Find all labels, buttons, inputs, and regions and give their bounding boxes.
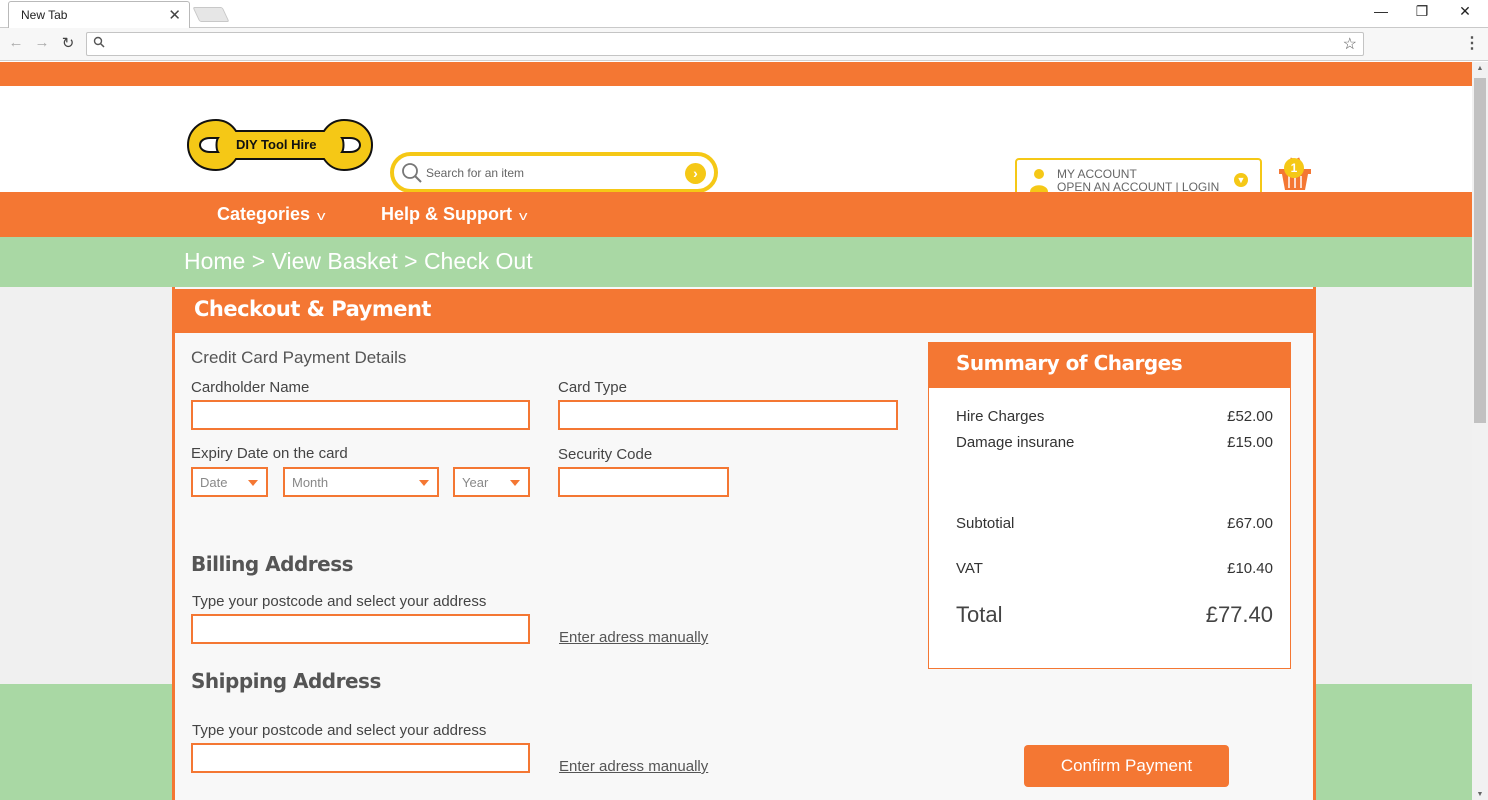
chevron-down-icon: ▼	[1234, 173, 1248, 187]
security-code-label: Security Code	[558, 446, 653, 463]
summary-of-charges: Summary of Charges Hire Charges £52.00 D…	[928, 342, 1291, 669]
vat-value: £10.40	[1227, 560, 1273, 577]
hire-charges-label: Hire Charges	[956, 408, 1045, 425]
expiry-date-select[interactable]: Date	[191, 467, 268, 497]
checkout-header: Checkout & Payment	[175, 289, 1313, 333]
scrollbar-thumb[interactable]	[1474, 78, 1486, 423]
cardholder-name-field[interactable]	[191, 400, 530, 430]
expiry-label: Expiry Date on the card	[191, 445, 348, 462]
card-type-field[interactable]	[558, 400, 898, 430]
chevron-down-icon: v	[317, 208, 326, 223]
user-icon	[1030, 169, 1048, 192]
search-submit-button[interactable]: ›	[685, 163, 706, 184]
close-window-icon[interactable]: ✕	[1450, 3, 1480, 20]
summary-header: Summary of Charges	[929, 343, 1290, 388]
shipping-postcode-label: Type your postcode and select your addre…	[192, 722, 487, 739]
shipping-manual-link[interactable]: Enter adress manually	[559, 758, 708, 775]
site-header: DIY Tool Hire › MY ACCOUNT OPEN AN ACCOU…	[0, 86, 1472, 202]
expiry-year-value: Year	[462, 475, 489, 490]
browser-tab-strip: New Tab ✕ — ❐ ✕	[0, 0, 1488, 29]
search-icon	[402, 163, 422, 183]
bookmark-star-icon[interactable]: ☆	[1343, 34, 1357, 54]
chevron-down-icon: v	[519, 208, 528, 223]
card-type-label: Card Type	[558, 379, 627, 396]
billing-address-title: Billing Address	[191, 552, 354, 576]
cardholder-label: Cardholder Name	[191, 379, 310, 396]
search-bar: ›	[390, 152, 718, 193]
security-code-field[interactable]	[558, 467, 729, 497]
damage-insurance-label: Damage insurane	[956, 434, 1075, 451]
expiry-month-select[interactable]: Month	[283, 467, 439, 497]
scroll-up-icon[interactable]: ▲	[1472, 65, 1488, 72]
tab-title: New Tab	[21, 8, 68, 22]
nav-categories-label: Categories	[217, 204, 311, 224]
breadcrumb-bar: Home > View Basket > Check Out	[0, 237, 1472, 287]
page-scrollbar[interactable]: ▲ ▼	[1472, 62, 1488, 800]
browser-menu-icon[interactable]: ⋮	[1464, 33, 1480, 53]
nav-help-support[interactable]: Help & Support v	[381, 204, 527, 225]
subtotal-value: £67.00	[1227, 515, 1273, 532]
search-input[interactable]	[426, 164, 676, 182]
dropdown-arrow-icon	[248, 480, 258, 486]
billing-postcode-label: Type your postcode and select your addre…	[192, 593, 487, 610]
confirm-payment-button[interactable]: Confirm Payment	[1024, 745, 1229, 787]
breadcrumb: Home > View Basket > Check Out	[184, 248, 533, 275]
billing-manual-link[interactable]: Enter adress manually	[559, 629, 708, 646]
breadcrumb-checkout: Check Out	[423, 248, 533, 274]
close-tab-icon[interactable]: ✕	[168, 6, 181, 24]
restore-icon[interactable]: ❐	[1407, 3, 1437, 20]
breadcrumb-home[interactable]: Home	[184, 248, 245, 274]
new-tab-button[interactable]	[192, 7, 230, 22]
reload-icon[interactable]: ↻	[58, 34, 78, 52]
dropdown-arrow-icon	[510, 480, 520, 486]
basket-count-badge: 1	[1284, 158, 1304, 178]
minimize-icon[interactable]: —	[1366, 3, 1396, 19]
shipping-address-title: Shipping Address	[191, 669, 381, 693]
breadcrumb-basket[interactable]: View Basket	[272, 248, 398, 274]
breadcrumb-separator: >	[404, 248, 418, 274]
expiry-year-select[interactable]: Year	[453, 467, 530, 497]
breadcrumb-separator: >	[251, 248, 266, 274]
total-label: Total	[956, 602, 1003, 627]
forward-icon[interactable]: →	[32, 34, 52, 51]
browser-tab[interactable]: New Tab ✕	[8, 1, 190, 29]
nav-support-label: Help & Support	[381, 204, 512, 224]
main-nav: Categories v Help & Support v	[0, 192, 1472, 237]
page-title: Checkout & Payment	[194, 297, 431, 321]
browser-toolbar: ← → ↻ ☆ ⋮	[0, 28, 1488, 61]
vat-label: VAT	[956, 560, 983, 577]
summary-title: Summary of Charges	[956, 351, 1183, 375]
top-accent-bar	[0, 62, 1472, 86]
expiry-date-value: Date	[200, 475, 228, 490]
account-label: MY ACCOUNT	[1057, 167, 1137, 181]
nav-categories[interactable]: Categories v	[217, 204, 326, 225]
address-bar[interactable]: ☆	[86, 32, 1364, 56]
card-section-title: Credit Card Payment Details	[191, 348, 407, 367]
subtotal-label: Subtotial	[956, 515, 1015, 532]
billing-postcode-field[interactable]	[191, 614, 530, 644]
scroll-down-icon[interactable]: ▼	[1472, 791, 1488, 798]
page-viewport: DIY Tool Hire › MY ACCOUNT OPEN AN ACCOU…	[0, 62, 1472, 800]
damage-insurance-value: £15.00	[1227, 434, 1273, 451]
shipping-postcode-field[interactable]	[191, 743, 530, 773]
logo-text: DIY Tool Hire	[236, 137, 317, 152]
total-value: £77.40	[1205, 602, 1273, 627]
hire-charges-value: £52.00	[1227, 408, 1273, 425]
back-icon[interactable]: ←	[6, 34, 26, 51]
dropdown-arrow-icon	[419, 480, 429, 486]
expiry-month-value: Month	[292, 475, 329, 490]
checkout-panel: Checkout & Payment Credit Card Payment D…	[172, 287, 1316, 800]
search-icon	[93, 36, 105, 48]
